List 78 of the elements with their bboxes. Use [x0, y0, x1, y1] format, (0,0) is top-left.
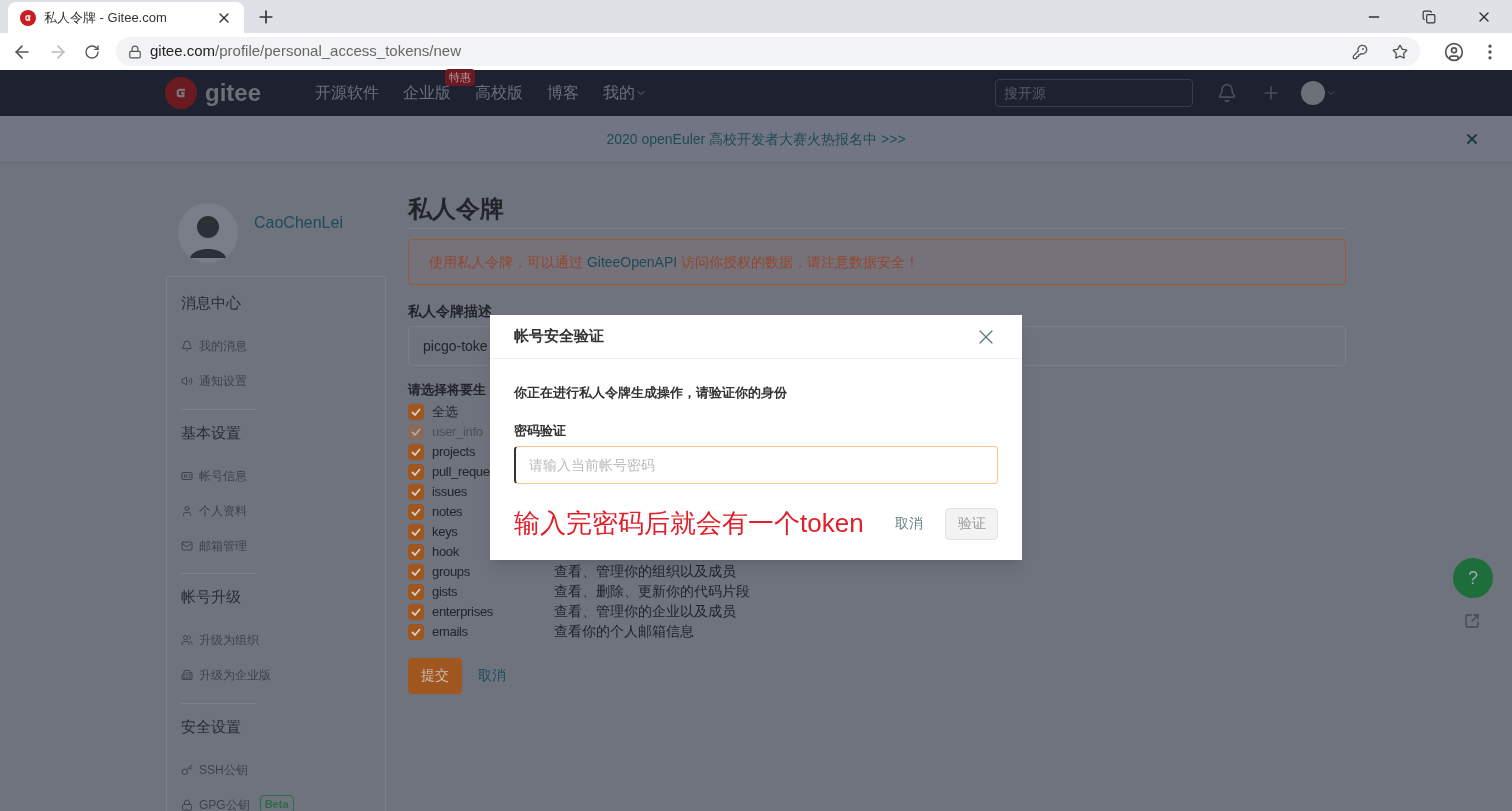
bookmark-star-icon[interactable] — [1392, 43, 1408, 60]
user-icon — [181, 504, 193, 517]
key-icon[interactable] — [1352, 43, 1368, 60]
restore-icon[interactable] — [1422, 9, 1436, 24]
group-icon — [181, 634, 193, 646]
annotation-text: 输入完密码后就会有一个token — [514, 507, 865, 540]
scope-label: pull_reque — [432, 462, 490, 481]
scope-description: 查看你的个人邮箱信息 — [554, 622, 694, 641]
tab-title: 私人令牌 - Gitee.com — [44, 8, 168, 27]
checkbox[interactable] — [408, 523, 424, 540]
checkbox[interactable] — [408, 503, 424, 520]
scope-label: 全选 — [432, 402, 458, 421]
banner-link[interactable]: 2020 openEuler 高校开发者大赛火热报名中 >>> — [606, 128, 906, 150]
scope-description: 查看、删除、更新你的代码片段 — [554, 582, 750, 601]
gitee-logo-icon — [20, 9, 36, 26]
scope-description: 查看、管理你的企业以及成员 — [554, 602, 736, 621]
avatar[interactable] — [1301, 81, 1325, 105]
address-bar[interactable]: gitee.com/profile/personal_access_tokens/new — [116, 37, 1420, 66]
submit-button[interactable]: 提交 — [408, 657, 462, 694]
checkbox[interactable] — [408, 403, 424, 420]
logo-text[interactable]: gitee — [205, 75, 261, 111]
scope-label: keys — [432, 522, 458, 541]
scope-label: emails — [432, 622, 468, 641]
cancel-link[interactable]: 取消 — [895, 513, 923, 534]
checkbox[interactable] — [408, 583, 424, 600]
id-card-icon — [181, 469, 193, 482]
scope-description: 查看、管理你的组织以及成员 — [554, 562, 736, 581]
reload-icon[interactable] — [84, 43, 100, 60]
nav-link[interactable]: 我的 — [603, 81, 647, 105]
scope-label: notes — [432, 502, 463, 521]
section-title: 基本设置 — [181, 422, 242, 443]
profile-icon[interactable] — [1444, 41, 1464, 62]
help-button[interactable]: ? — [1453, 558, 1493, 598]
mail-icon — [181, 539, 193, 552]
checkbox[interactable] — [408, 483, 424, 500]
checkbox[interactable] — [408, 623, 424, 640]
cancel-link[interactable]: 取消 — [478, 665, 506, 686]
section-title: 消息中心 — [181, 293, 242, 313]
gitee-logo-icon[interactable] — [165, 77, 197, 109]
dialog-title: 帐号安全验证 — [514, 326, 604, 347]
browser-tab[interactable]: 私人令牌 - Gitee.com — [8, 2, 244, 33]
scope-label: gists — [432, 582, 458, 601]
speaker-icon — [181, 375, 193, 387]
dialog-message: 你正在进行私人令牌生成操作，请验证你的身份 — [514, 384, 788, 402]
nav-link[interactable]: 开源软件 — [315, 81, 379, 105]
key-icon — [181, 763, 193, 776]
lock-icon — [181, 798, 193, 811]
username[interactable]: CaoChenLei — [254, 211, 343, 235]
scopes-label: 请选择将要生 — [408, 381, 486, 399]
scope-label: enterprises — [432, 602, 493, 621]
checkbox[interactable] — [408, 603, 424, 620]
building-icon — [181, 669, 193, 681]
scope-label: hook — [432, 542, 459, 561]
url-text: gitee.com/profile/personal_access_tokens/new — [150, 41, 463, 62]
scope-label: issues — [432, 482, 468, 501]
section-title: 安全设置 — [181, 716, 242, 737]
scope-label: projects — [432, 442, 476, 461]
page-title: 私人令牌 — [408, 191, 1346, 229]
checkbox[interactable] — [408, 443, 424, 460]
password-field[interactable]: 请输入当前帐号密码 — [514, 446, 998, 484]
section-title: 帐号升级 — [181, 587, 242, 607]
lock-icon — [128, 44, 142, 59]
bell-icon — [181, 340, 193, 352]
api-link[interactable]: GiteeOpenAPI — [586, 253, 678, 270]
beta-badge: Beta — [259, 795, 294, 811]
scope-label: groups — [432, 562, 470, 581]
avatar[interactable] — [178, 203, 238, 263]
nav-link[interactable]: 高校版 — [475, 81, 523, 105]
checkbox[interactable] — [408, 463, 424, 480]
nav-link[interactable]: 博客 — [547, 81, 579, 105]
promo-badge: 特惠 — [445, 69, 475, 86]
field-label: 私人令牌描述 — [408, 302, 493, 321]
checkbox[interactable] — [408, 563, 424, 580]
alert-text: 使用私人令牌，可以通过 GiteeOpenAPI 访问你授权的数据，请注意数据安全！ — [429, 252, 920, 272]
share-icon[interactable] — [1464, 613, 1480, 629]
field-label: 密码验证 — [514, 421, 567, 440]
checkbox[interactable] — [408, 543, 424, 560]
bell-icon[interactable] — [1217, 83, 1237, 103]
